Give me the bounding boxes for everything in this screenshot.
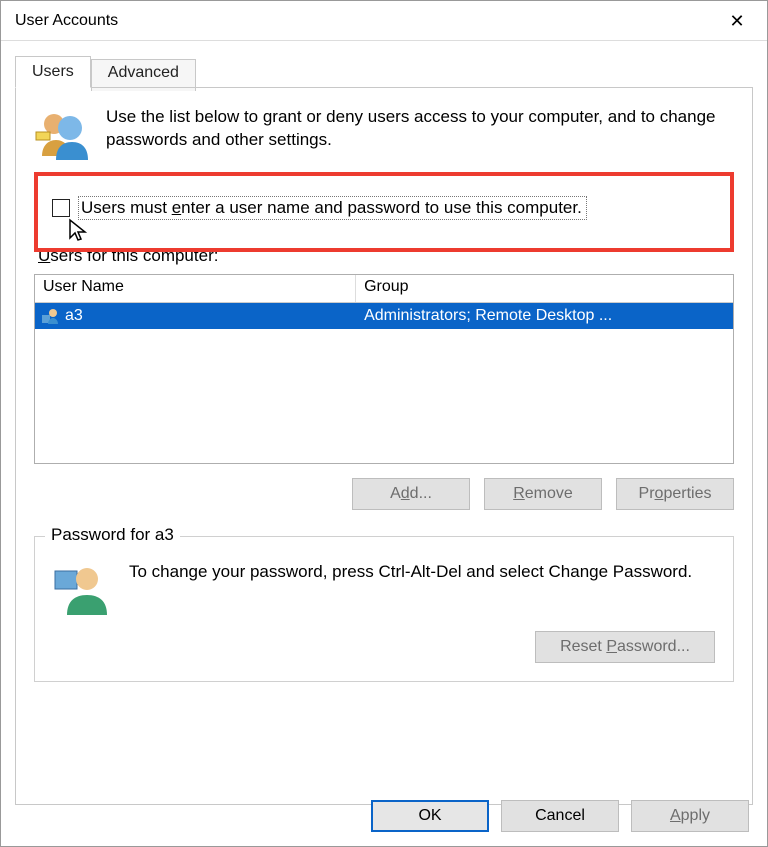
tab-strip: Users Advanced xyxy=(1,41,767,87)
close-icon: ✕ xyxy=(729,12,744,30)
require-login-checkbox[interactable] xyxy=(52,199,70,217)
add-button[interactable]: Add... xyxy=(352,478,470,510)
tab-panel-users: Use the list below to grant or deny user… xyxy=(15,87,753,805)
column-header-group[interactable]: Group xyxy=(356,275,733,302)
intro-text: Use the list below to grant or deny user… xyxy=(106,106,734,152)
reset-password-button[interactable]: Reset Password... xyxy=(535,631,715,663)
dialog-window: User Accounts ✕ Users Advanced Use the l… xyxy=(0,0,768,847)
require-login-label[interactable]: Users must enter a user name and passwor… xyxy=(78,196,587,220)
require-login-row: Users must enter a user name and passwor… xyxy=(52,196,716,220)
user-row[interactable]: a3 Administrators; Remote Desktop ... xyxy=(35,303,733,329)
cancel-button[interactable]: Cancel xyxy=(501,800,619,832)
column-header-username[interactable]: User Name xyxy=(35,275,356,302)
user-buttons-row: Add... Remove Properties xyxy=(34,478,734,510)
user-row-group: Administrators; Remote Desktop ... xyxy=(356,307,733,325)
annotation-highlight: Users must enter a user name and passwor… xyxy=(34,172,734,252)
properties-button[interactable]: Properties xyxy=(616,478,734,510)
users-listview[interactable]: User Name Group a3 Administrators; Remot… xyxy=(34,274,734,464)
window-title: User Accounts xyxy=(15,12,118,30)
password-group-legend: Password for a3 xyxy=(45,525,180,545)
intro-row: Use the list below to grant or deny user… xyxy=(34,106,734,162)
users-group-icon xyxy=(34,106,90,162)
dialog-footer-buttons: OK Cancel Apply xyxy=(371,800,749,832)
cursor-icon xyxy=(68,218,88,244)
tab-users[interactable]: Users xyxy=(15,56,91,88)
user-avatar-icon xyxy=(41,307,59,325)
password-info-text: To change your password, press Ctrl-Alt-… xyxy=(129,561,692,584)
apply-button[interactable]: Apply xyxy=(631,800,749,832)
user-row-name-cell: a3 xyxy=(35,307,356,325)
single-user-icon xyxy=(53,561,109,617)
ok-button[interactable]: OK xyxy=(371,800,489,832)
remove-button[interactable]: Remove xyxy=(484,478,602,510)
user-row-name: a3 xyxy=(65,307,83,325)
reset-password-row: Reset Password... xyxy=(53,631,715,663)
column-header-row: User Name Group xyxy=(35,275,733,303)
password-groupbox: Password for a3 To change your password,… xyxy=(34,536,734,682)
close-button[interactable]: ✕ xyxy=(717,6,757,36)
password-info-row: To change your password, press Ctrl-Alt-… xyxy=(53,561,715,617)
titlebar: User Accounts ✕ xyxy=(1,1,767,41)
